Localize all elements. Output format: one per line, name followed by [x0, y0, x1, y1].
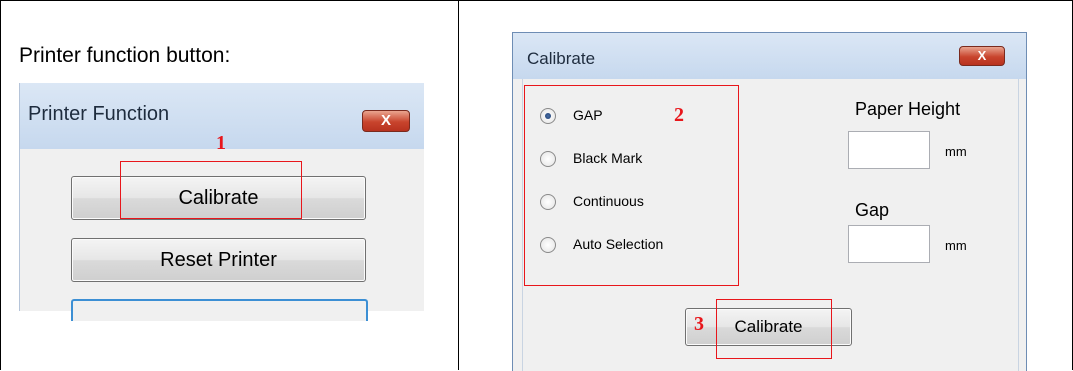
- annotation-marker-1: 1: [216, 132, 226, 154]
- paper-height-unit: mm: [945, 144, 967, 159]
- partial-button[interactable]: [71, 299, 368, 321]
- annotation-box-2: [524, 85, 739, 286]
- annotation-marker-3: 3: [694, 313, 704, 335]
- printer-function-title: Printer Function: [28, 103, 170, 125]
- paper-height-input[interactable]: [848, 131, 930, 169]
- gap-unit: mm: [945, 238, 967, 253]
- annotation-box-1: [120, 161, 302, 219]
- close-icon[interactable]: X: [362, 110, 410, 132]
- annotation-box-3: [716, 299, 832, 359]
- calibrate-title: Calibrate: [527, 49, 596, 68]
- table-divider: [458, 0, 459, 370]
- table-top-border: [0, 0, 1073, 1]
- reset-printer-button[interactable]: Reset Printer: [71, 238, 366, 282]
- calibrate-titlebar: Calibrate X: [513, 33, 1026, 79]
- table-left-border: [0, 0, 1, 370]
- close-icon[interactable]: X: [959, 46, 1005, 66]
- paper-height-label: Paper Height: [855, 99, 961, 119]
- section-caption: Printer function button:: [19, 44, 231, 67]
- gap-input[interactable]: [848, 225, 930, 263]
- gap-label: Gap: [855, 200, 890, 220]
- annotation-marker-2: 2: [674, 104, 684, 126]
